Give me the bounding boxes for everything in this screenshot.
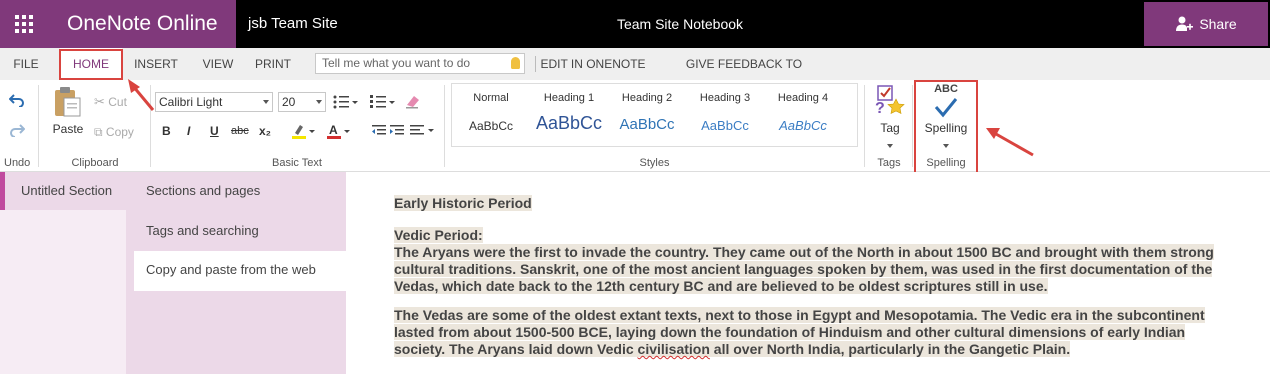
tab-file[interactable]: FILE: [6, 48, 46, 80]
content-subheading: Vedic Period:: [394, 227, 483, 243]
page-item[interactable]: Sections and pages: [134, 172, 346, 212]
tell-me-input[interactable]: Tell me what you want to do: [315, 53, 525, 74]
group-divider: [150, 85, 151, 167]
style-heading-2[interactable]: Heading 2 AaBbCc: [608, 84, 686, 146]
underline-button[interactable]: U: [210, 124, 219, 138]
chevron-down-icon: [887, 144, 893, 148]
share-button[interactable]: Share: [1144, 2, 1268, 46]
style-sample: AaBbCc: [468, 119, 514, 133]
content-heading: Early Historic Period: [394, 195, 532, 211]
bold-button[interactable]: B: [162, 124, 171, 138]
font-family-select[interactable]: Calibri Light: [155, 92, 273, 112]
section-untitled[interactable]: Untitled Section: [0, 172, 126, 210]
tab-view[interactable]: VIEW: [196, 48, 240, 80]
style-name: Heading 2: [621, 92, 673, 104]
waffle-icon: [15, 15, 33, 33]
copy-icon: ⧉: [94, 125, 103, 139]
section-list: Untitled Section: [0, 172, 126, 374]
app-launcher-button[interactable]: [0, 0, 48, 48]
style-name: Heading 4: [777, 92, 829, 104]
add-person-icon: [1176, 16, 1194, 31]
group-divider: [38, 85, 39, 167]
top-bar: OneNote Online jsb Team Site Team Site N…: [0, 0, 1270, 48]
chevron-down-icon: [263, 100, 269, 104]
strikethrough-button[interactable]: abc: [231, 125, 249, 137]
tab-edit-in-onenote[interactable]: EDIT IN ONENOTE: [540, 48, 646, 80]
style-name: Heading 1: [543, 92, 595, 104]
clipboard-icon: [55, 87, 81, 117]
svg-text:?: ?: [875, 100, 885, 116]
tab-give-feedback[interactable]: GIVE FEEDBACK TO MICROSOFT: [654, 48, 834, 103]
page-list: Sections and pages Tags and searching Co…: [126, 172, 346, 374]
italic-button[interactable]: I: [187, 124, 190, 138]
redo-icon[interactable]: [9, 123, 25, 137]
paste-label: Paste: [52, 122, 84, 136]
font-family-value: Calibri Light: [159, 95, 223, 109]
share-label: Share: [1199, 16, 1237, 32]
cut-label: Cut: [108, 95, 127, 109]
tag-label: Tag: [880, 121, 900, 135]
group-label-basic-text: Basic Text: [272, 157, 322, 169]
increase-indent-icon[interactable]: [390, 124, 404, 138]
page-item[interactable]: Tags and searching: [134, 212, 346, 252]
style-heading-4[interactable]: Heading 4 AaBbCc: [764, 84, 842, 146]
style-heading-3[interactable]: Heading 3 AaBbCc: [686, 84, 764, 146]
group-divider: [444, 85, 445, 167]
home-tab-highlight: [59, 49, 123, 80]
group-label-tags: Tags: [877, 157, 901, 169]
content-paragraph-2: The Vedas are some of the oldest extant …: [394, 307, 1205, 357]
copy-label: Copy: [105, 125, 134, 139]
decrease-indent-icon[interactable]: [372, 124, 386, 138]
tag-button[interactable]: ? Tag: [872, 84, 908, 150]
clear-formatting-icon[interactable]: [404, 93, 422, 109]
notebook-title: Team Site Notebook: [616, 16, 744, 32]
svg-text:A: A: [329, 123, 338, 137]
scissors-icon: ✂: [94, 94, 105, 109]
cut-button[interactable]: ✂ Cut: [94, 94, 127, 110]
group-divider: [864, 85, 865, 167]
font-color-icon[interactable]: A: [326, 123, 352, 139]
style-name: Normal: [473, 92, 509, 104]
group-label-undo: Undo: [4, 157, 31, 169]
style-heading-1[interactable]: Heading 1 AaBbCc: [530, 84, 608, 146]
bullets-icon[interactable]: [333, 94, 359, 110]
tell-me-placeholder: Tell me what you want to do: [322, 56, 471, 70]
styles-gallery: Normal AaBbCc Heading 1 AaBbCc Heading 2…: [451, 83, 858, 147]
app-brand[interactable]: OneNote Online: [48, 0, 236, 48]
group-label-clipboard: Clipboard: [71, 157, 119, 169]
site-name-link[interactable]: jsb Team Site: [248, 0, 338, 48]
tab-divider: [535, 56, 536, 72]
misspelled-word[interactable]: civilisation: [637, 341, 710, 357]
lightbulb-icon: [511, 57, 520, 69]
tab-insert[interactable]: INSERT: [130, 48, 182, 80]
spelling-highlight: [914, 80, 978, 175]
group-divider: [912, 85, 913, 167]
style-name: Heading 3: [699, 92, 751, 104]
font-size-value: 20: [282, 95, 296, 109]
onenote-app: OneNote Online jsb Team Site Team Site N…: [0, 0, 1270, 374]
font-size-select[interactable]: 20: [278, 92, 326, 112]
page-item-active[interactable]: Copy and paste from the web: [134, 251, 346, 291]
undo-icon[interactable]: [9, 93, 25, 107]
style-sample: AaBbCc: [619, 116, 675, 133]
style-sample: AaBbCc: [779, 118, 827, 133]
ribbon: Undo Paste ✂ Cut ⧉ Copy Clipboard Calibr…: [0, 80, 1270, 172]
numbering-icon[interactable]: [370, 94, 396, 110]
content-paragraph-1: The Aryans were the first to invade the …: [394, 244, 1214, 294]
style-sample: AaBbCc: [535, 113, 603, 133]
tag-icon: ?: [875, 85, 905, 117]
style-sample: AaBbCc: [701, 118, 749, 133]
chevron-down-icon: [316, 100, 322, 104]
highlight-icon[interactable]: [291, 123, 317, 139]
group-label-styles: Styles: [639, 157, 670, 169]
paste-button[interactable]: Paste: [52, 86, 84, 142]
ribbon-tabs: FILE HOME INSERT VIEW PRINT Tell me what…: [0, 48, 1270, 103]
style-normal[interactable]: Normal AaBbCc: [452, 84, 530, 146]
copy-button[interactable]: ⧉ Copy: [94, 125, 134, 140]
page-content[interactable]: Early Historic Period Vedic Period: The …: [346, 172, 1270, 374]
subscript-button[interactable]: x₂: [259, 124, 271, 138]
tab-print[interactable]: PRINT: [250, 48, 296, 80]
align-icon[interactable]: [410, 124, 436, 138]
